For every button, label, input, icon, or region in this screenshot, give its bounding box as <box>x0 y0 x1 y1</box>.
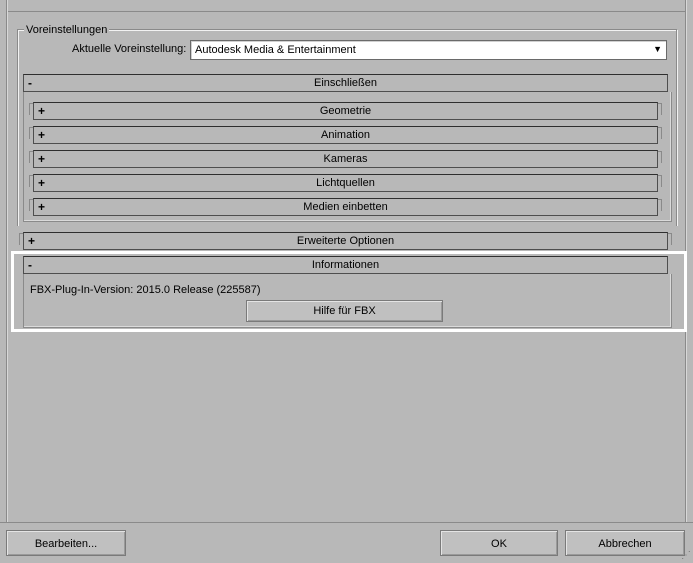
resize-grip-icon[interactable]: ⋰ <box>681 551 693 563</box>
current-preset-label: Aktuelle Voreinstellung: <box>72 43 187 55</box>
presets-groupbox-right <box>676 30 677 226</box>
rollout-lights-title: Lichtquellen <box>316 177 375 189</box>
rollout-tick-right <box>658 151 662 163</box>
rollout-lights[interactable]: + Lichtquellen <box>33 174 658 192</box>
rollout-tick-right <box>658 103 662 115</box>
preset-dropdown[interactable]: Autodesk Media & Entertainment ▼ <box>190 40 667 60</box>
rollout-animation[interactable]: + Animation <box>33 126 658 144</box>
rollout-cameras-title: Kameras <box>323 153 368 165</box>
presets-group-title: Voreinstellungen <box>24 24 110 36</box>
rollout-information-title: Informationen <box>311 259 380 271</box>
rollout-tick-right <box>658 175 662 187</box>
rollout-geometry[interactable]: + Geometrie <box>33 102 658 120</box>
rollout-geometry-title: Geometrie <box>319 105 372 117</box>
rollout-embed-media-title: Medien einbetten <box>303 201 388 213</box>
footer-separator <box>0 522 693 523</box>
preset-dropdown-value: Autodesk Media & Entertainment <box>195 44 356 56</box>
presets-groupbox <box>17 30 677 31</box>
rollout-include-title: Einschließen <box>314 77 377 89</box>
rollout-cameras[interactable]: + Kameras <box>33 150 658 168</box>
rollout-information[interactable]: - Informationen <box>23 256 668 274</box>
plugin-version-text: FBX-Plug-In-Version: 2015.0 Release (225… <box>30 284 261 296</box>
chevron-down-icon[interactable]: ▼ <box>653 44 662 54</box>
presets-groupbox-left <box>17 30 18 226</box>
fbx-help-button[interactable]: Hilfe für FBX <box>246 300 443 322</box>
rollout-advanced-options-title: Erweiterte Optionen <box>296 235 395 247</box>
rollout-tick-right <box>668 233 672 245</box>
ok-button[interactable]: OK <box>440 530 558 556</box>
rollout-tick-right <box>658 199 662 211</box>
cancel-button[interactable]: Abbrechen <box>565 530 685 556</box>
edit-button[interactable]: Bearbeiten... <box>6 530 126 556</box>
rollout-animation-title: Animation <box>321 129 370 141</box>
dialog-left-edge <box>6 0 8 522</box>
rollout-advanced-options[interactable]: + Erweiterte Optionen <box>23 232 668 250</box>
rollout-embed-media[interactable]: + Medien einbetten <box>33 198 658 216</box>
rollout-include[interactable]: - Einschließen <box>23 74 668 92</box>
rollout-tick-right <box>658 127 662 139</box>
dialog-top-edge <box>6 0 687 12</box>
